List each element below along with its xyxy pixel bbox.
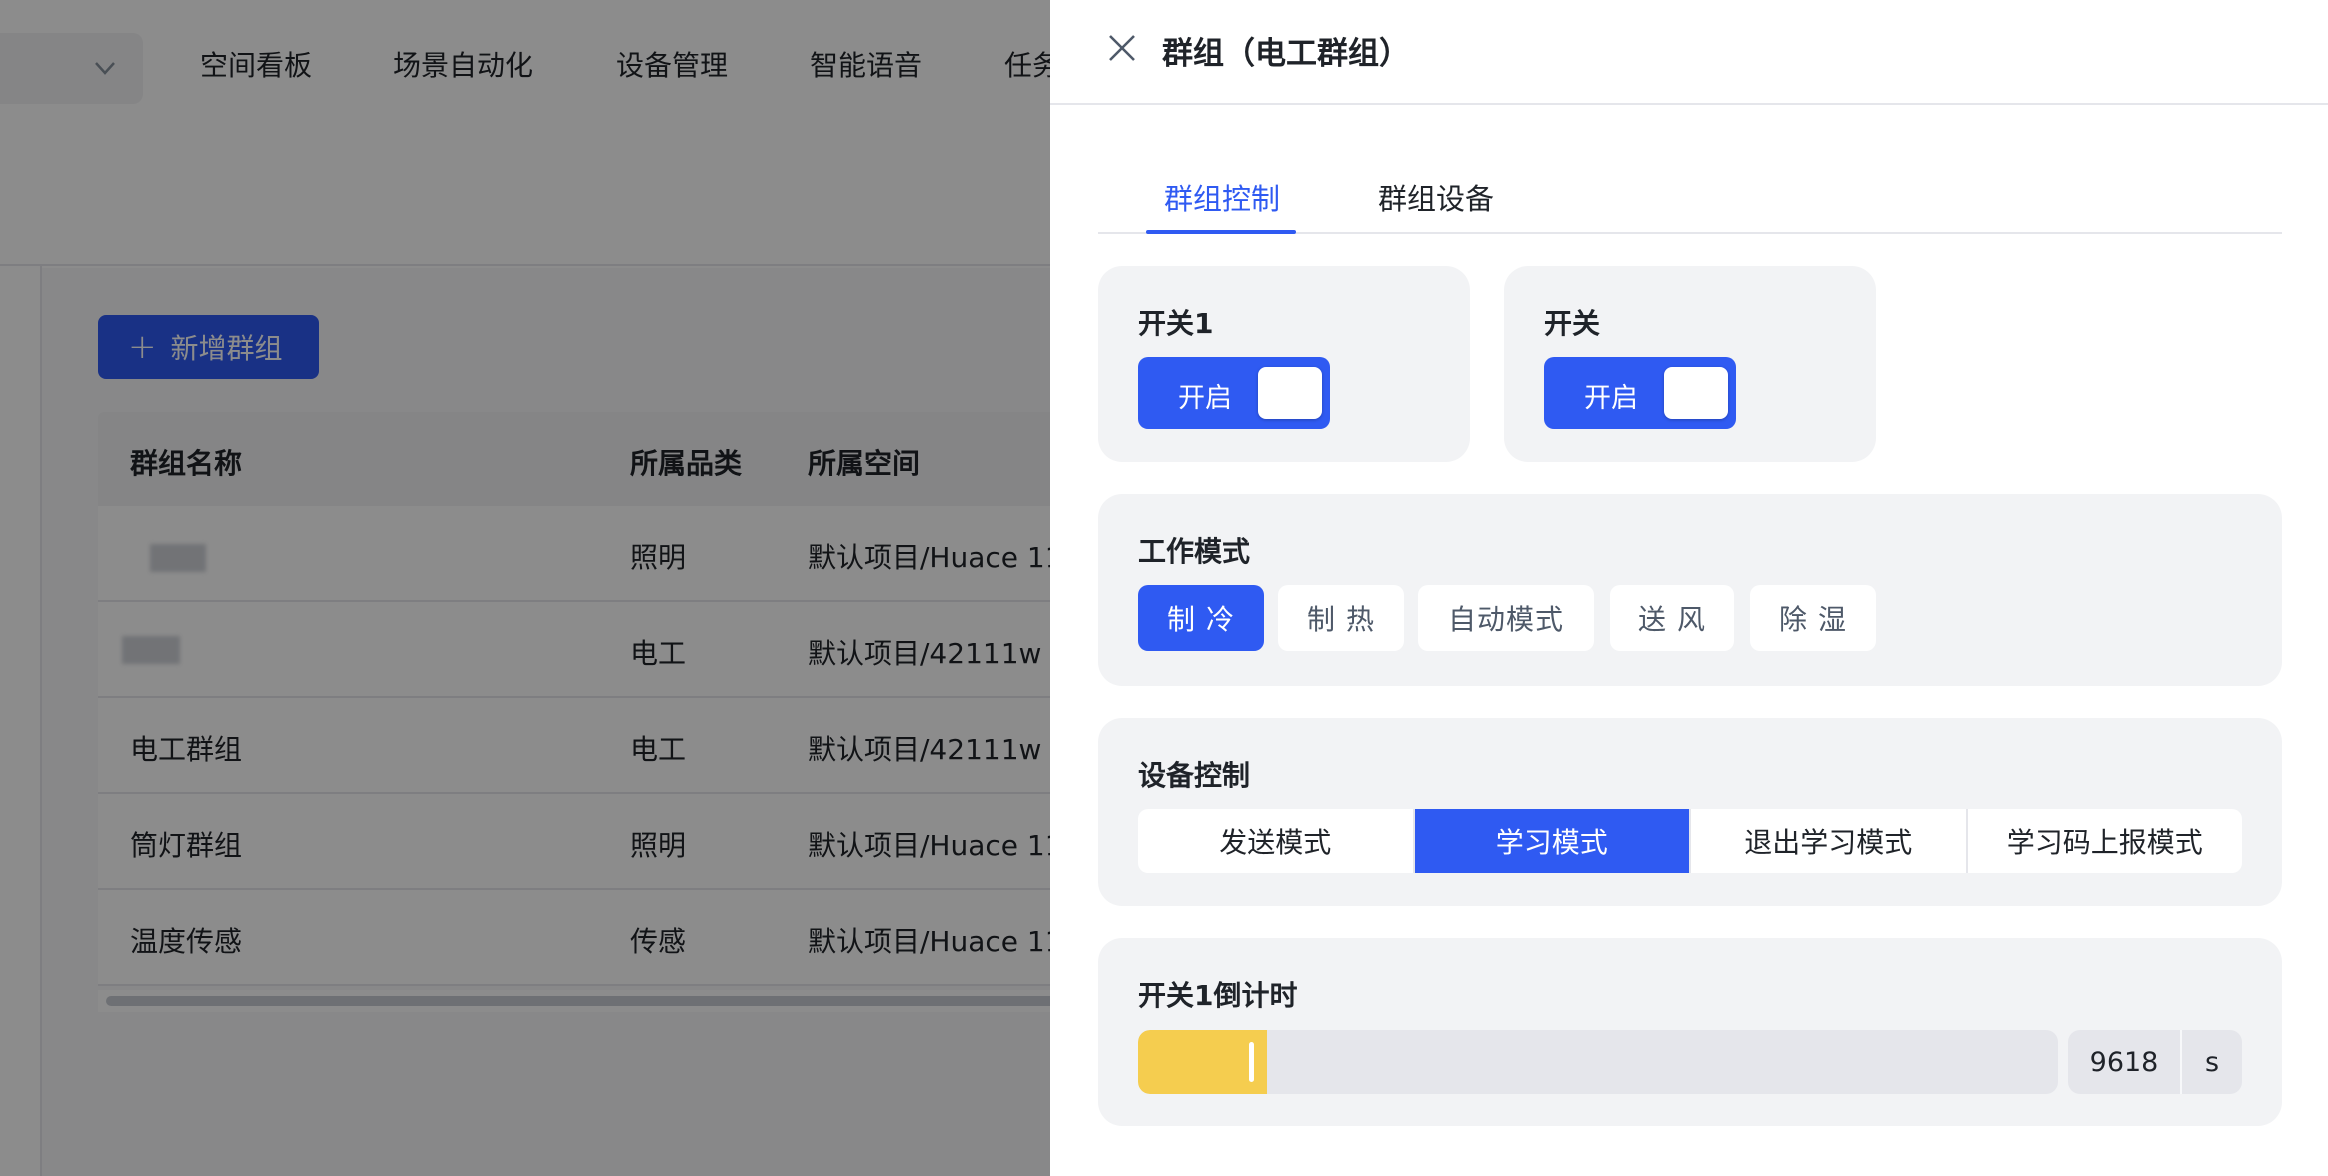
drawer-tabs: 群组控制 群组设备: [1098, 170, 2282, 234]
countdown-slider[interactable]: [1138, 1030, 2058, 1094]
work-mode-card: 工作模式 制 冷 制 热 自动模式 送 风 除 湿: [1098, 494, 2282, 686]
active-tab-indicator: [1146, 230, 1296, 234]
toggle-knob: [1664, 367, 1728, 419]
modal-overlay[interactable]: [0, 0, 1050, 1176]
device-control-segmented: 发送模式 学习模式 退出学习模式 学习码上报模式: [1138, 809, 2242, 873]
countdown-title: 开关1倒计时: [1138, 979, 1298, 1012]
switch-2-toggle[interactable]: 开启: [1544, 357, 1736, 429]
mode-option-auto[interactable]: 自动模式: [1418, 585, 1594, 651]
mode-option-fan[interactable]: 送 风: [1610, 585, 1734, 651]
switch-2-state-label: 开启: [1584, 383, 1638, 414]
segment-learn-code-report-mode[interactable]: 学习码上报模式: [1968, 809, 2243, 873]
segment-exit-learn-mode[interactable]: 退出学习模式: [1691, 809, 1968, 873]
drawer-title: 群组（电工群组）: [1162, 36, 1410, 72]
countdown-number-input[interactable]: 9618 s: [2068, 1030, 2242, 1094]
close-icon[interactable]: [1106, 32, 1138, 64]
segment-learn-mode[interactable]: 学习模式: [1414, 809, 1691, 873]
switch-1-state-label: 开启: [1178, 383, 1232, 414]
device-control-card: 设备控制 发送模式 学习模式 退出学习模式 学习码上报模式: [1098, 718, 2282, 906]
switch-2-title: 开关: [1544, 307, 1601, 340]
drawer-header: 群组（电工群组）: [1050, 0, 2328, 105]
mode-option-dehumidify[interactable]: 除 湿: [1750, 585, 1876, 651]
switch-card-2: 开关 开启: [1504, 266, 1876, 462]
group-drawer: 群组（电工群组） 群组控制 群组设备 开关1 开启 开关 开启 工作模式 制 冷…: [1050, 0, 2328, 1176]
slider-handle[interactable]: [1249, 1042, 1254, 1082]
tab-group-control[interactable]: 群组控制: [1164, 176, 1280, 218]
mode-option-heat[interactable]: 制 热: [1278, 585, 1404, 651]
switch-1-title: 开关1: [1138, 307, 1214, 340]
countdown-unit: s: [2204, 1046, 2220, 1078]
toggle-knob: [1258, 367, 1322, 419]
segment-send-mode[interactable]: 发送模式: [1138, 809, 1415, 873]
countdown-value[interactable]: 9618: [2068, 1030, 2180, 1094]
tab-group-devices[interactable]: 群组设备: [1378, 176, 1494, 218]
switch-card-1: 开关1 开启: [1098, 266, 1470, 462]
countdown-card: 开关1倒计时 9618 s: [1098, 938, 2282, 1126]
mode-option-cool[interactable]: 制 冷: [1138, 585, 1264, 651]
device-control-title: 设备控制: [1138, 759, 1251, 792]
switch-1-toggle[interactable]: 开启: [1138, 357, 1330, 429]
slider-fill: [1138, 1030, 1267, 1094]
work-mode-title: 工作模式: [1138, 535, 1251, 568]
